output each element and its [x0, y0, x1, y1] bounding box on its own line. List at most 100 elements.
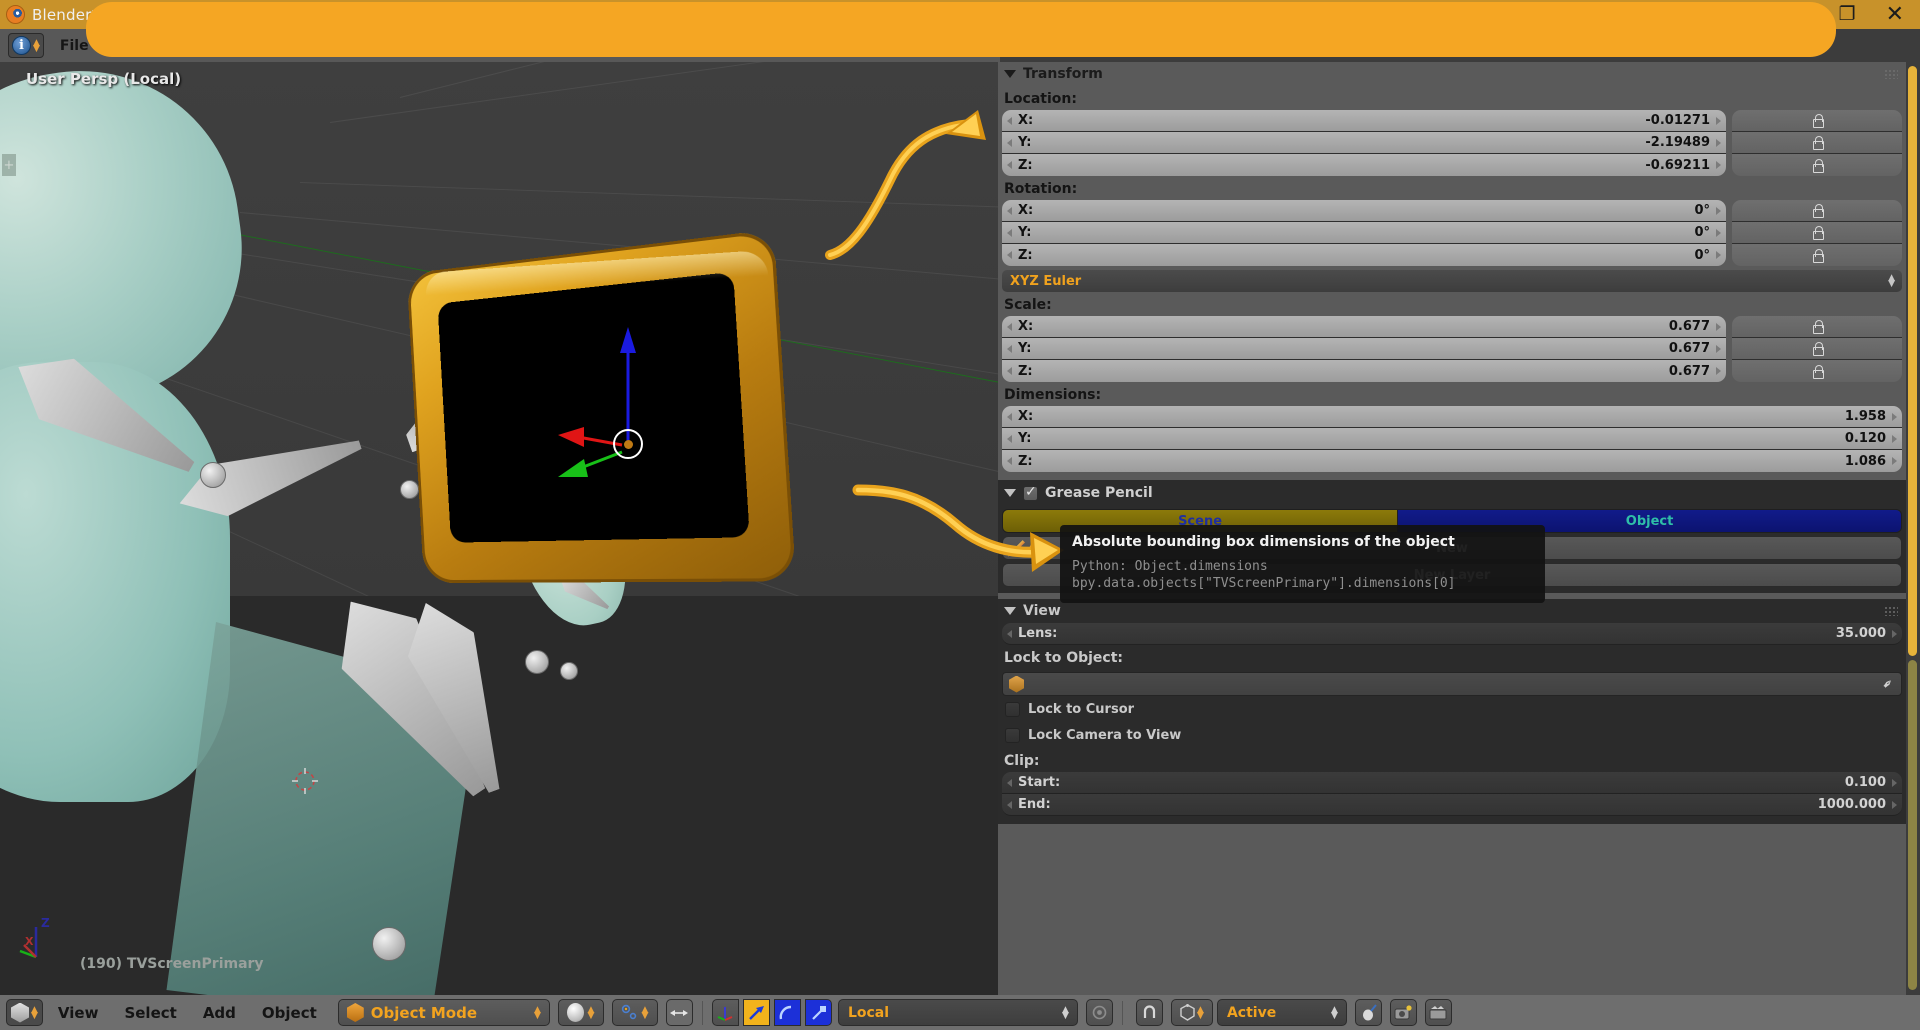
eyedropper-icon[interactable]: ✒	[1879, 675, 1897, 693]
snap-during-transform-button[interactable]	[1086, 999, 1113, 1026]
lock-location-z-button[interactable]	[1732, 154, 1902, 176]
increment-arrow-icon[interactable]	[1892, 801, 1897, 809]
lock-to-cursor-row[interactable]: Lock to Cursor	[998, 696, 1906, 722]
editor-type-selector-3dview[interactable]: ▲▼	[6, 999, 43, 1026]
snap-element-dropdown[interactable]: ▲▼	[1171, 999, 1213, 1026]
restore-window-icon[interactable]: ❐	[1839, 5, 1856, 24]
chevron-updown-icon[interactable]: ▲▼	[641, 1007, 648, 1019]
chevron-updown-icon[interactable]: ▲▼	[534, 1007, 541, 1019]
rotation-x-field[interactable]: X: 0°	[1002, 200, 1726, 222]
increment-arrow-icon[interactable]	[1892, 457, 1897, 465]
lock-scale-x-button[interactable]	[1732, 316, 1902, 338]
increment-arrow-icon[interactable]	[1716, 161, 1721, 169]
pencil-icon[interactable]	[1008, 540, 1025, 557]
properties-scrollbar-lower[interactable]	[1908, 660, 1917, 990]
increment-arrow-icon[interactable]	[1892, 779, 1897, 787]
decrement-arrow-icon[interactable]	[1007, 207, 1012, 215]
rotation-y-field[interactable]: Y: 0°	[1002, 222, 1726, 244]
clip-start-field[interactable]: Start: 0.100	[1002, 772, 1902, 794]
overlay-toggle-button[interactable]	[666, 999, 693, 1026]
increment-arrow-icon[interactable]	[1716, 323, 1721, 331]
chevron-updown-icon[interactable]: ▲▼	[1197, 1007, 1204, 1019]
dimensions-x-field[interactable]: X: 1.958	[1002, 406, 1902, 428]
decrement-arrow-icon[interactable]	[1007, 413, 1012, 421]
decrement-arrow-icon[interactable]	[1007, 323, 1012, 331]
rotate-manipulator-button[interactable]	[774, 999, 801, 1026]
scale-y-field[interactable]: Y: 0.677	[1002, 338, 1726, 360]
chevron-updown-icon[interactable]: ▲▼	[587, 1007, 594, 1019]
plus-icon[interactable]: +	[2, 154, 16, 176]
lock-to-cursor-checkbox[interactable]	[1005, 702, 1020, 717]
menu-add[interactable]: Add	[192, 1004, 247, 1022]
render-animation-button[interactable]	[1425, 999, 1452, 1026]
chevron-updown-icon[interactable]: ▲▼	[1062, 1007, 1069, 1019]
3d-viewport[interactable]: User Persp (Local) (190) TVScreenPrimary…	[0, 62, 998, 995]
decrement-arrow-icon[interactable]	[1007, 139, 1012, 147]
decrement-arrow-icon[interactable]	[1007, 117, 1012, 125]
editor-type-selector[interactable]: i ▲▼	[8, 33, 44, 58]
menu-select[interactable]: Select	[113, 1004, 187, 1022]
properties-scrollbar[interactable]	[1908, 66, 1917, 656]
decrement-arrow-icon[interactable]	[1007, 345, 1012, 353]
lock-camera-to-view-row[interactable]: Lock Camera to View	[998, 722, 1906, 748]
collapse-triangle-icon[interactable]	[1004, 489, 1016, 497]
menu-object[interactable]: Object	[251, 1004, 328, 1022]
3d-cursor-button[interactable]	[1355, 999, 1382, 1026]
chevron-updown-icon[interactable]: ▲▼	[1029, 542, 1036, 554]
increment-arrow-icon[interactable]	[1716, 139, 1721, 147]
decrement-arrow-icon[interactable]	[1007, 251, 1012, 259]
lock-scale-z-button[interactable]	[1732, 360, 1902, 382]
increment-arrow-icon[interactable]	[1716, 345, 1721, 353]
interaction-mode-dropdown[interactable]: Object Mode ▲▼	[338, 999, 550, 1026]
lens-field[interactable]: Lens: 35.000	[1002, 623, 1902, 645]
clip-end-field[interactable]: End: 1000.000	[1002, 794, 1902, 816]
plus-icon[interactable]: +	[1040, 539, 1053, 557]
render-image-button[interactable]	[1390, 999, 1417, 1026]
collapse-triangle-icon[interactable]	[1004, 607, 1016, 615]
increment-arrow-icon[interactable]	[1892, 630, 1897, 638]
decrement-arrow-icon[interactable]	[1007, 161, 1012, 169]
translate-manipulator-button[interactable]	[743, 999, 770, 1026]
transform-orientation-dropdown[interactable]: Local ▲▼	[838, 999, 1078, 1026]
lock-location-x-button[interactable]	[1732, 110, 1902, 132]
increment-arrow-icon[interactable]	[1892, 435, 1897, 443]
increment-arrow-icon[interactable]	[1892, 413, 1897, 421]
lock-camera-to-view-checkbox[interactable]	[1005, 728, 1020, 743]
scale-manipulator-button[interactable]	[805, 999, 832, 1026]
dimensions-z-field[interactable]: Z: 1.086	[1002, 450, 1902, 472]
increment-arrow-icon[interactable]	[1716, 117, 1721, 125]
close-window-icon[interactable]: ✕	[1886, 4, 1904, 26]
lock-rotation-y-button[interactable]	[1732, 222, 1902, 244]
increment-arrow-icon[interactable]	[1716, 229, 1721, 237]
pivot-point-dropdown[interactable]: Active ▲▼	[1217, 999, 1347, 1026]
decrement-arrow-icon[interactable]	[1007, 229, 1012, 237]
transform-panel-header[interactable]: Transform	[998, 62, 1906, 86]
grease-pencil-checkbox[interactable]	[1023, 486, 1038, 501]
grease-pencil-header[interactable]: Grease Pencil	[998, 480, 1906, 506]
menu-view[interactable]: View	[47, 1004, 110, 1022]
proportional-edit-dropdown[interactable]: ▲▼	[612, 999, 658, 1026]
snap-magnet-button[interactable]	[1136, 999, 1163, 1026]
decrement-arrow-icon[interactable]	[1007, 630, 1012, 638]
chevron-updown-icon[interactable]: ▲▼	[1331, 1007, 1338, 1019]
lock-scale-y-button[interactable]	[1732, 338, 1902, 360]
decrement-arrow-icon[interactable]	[1007, 779, 1012, 787]
increment-arrow-icon[interactable]	[1716, 207, 1721, 215]
lock-to-object-field[interactable]: ✒	[1002, 672, 1902, 696]
scale-z-field[interactable]: Z: 0.677	[1002, 360, 1726, 382]
increment-arrow-icon[interactable]	[1716, 251, 1721, 259]
decrement-arrow-icon[interactable]	[1007, 367, 1012, 375]
lock-rotation-z-button[interactable]	[1732, 244, 1902, 266]
increment-arrow-icon[interactable]	[1716, 367, 1721, 375]
rotation-mode-dropdown[interactable]: XYZ Euler ▲▼	[1002, 270, 1902, 292]
manipulator-axis-button[interactable]	[712, 999, 739, 1026]
dimensions-y-field[interactable]: Y: 0.120	[1002, 428, 1902, 450]
rotation-z-field[interactable]: Z: 0°	[1002, 244, 1726, 266]
decrement-arrow-icon[interactable]	[1007, 801, 1012, 809]
location-y-field[interactable]: Y: -2.19489	[1002, 132, 1726, 154]
location-x-field[interactable]: X: -0.01271	[1002, 110, 1726, 132]
location-z-field[interactable]: Z: -0.69211	[1002, 154, 1726, 176]
viewport-shading-dropdown[interactable]: ▲▼	[558, 999, 604, 1026]
chevron-updown-icon[interactable]: ▲▼	[31, 1007, 38, 1019]
decrement-arrow-icon[interactable]	[1007, 435, 1012, 443]
